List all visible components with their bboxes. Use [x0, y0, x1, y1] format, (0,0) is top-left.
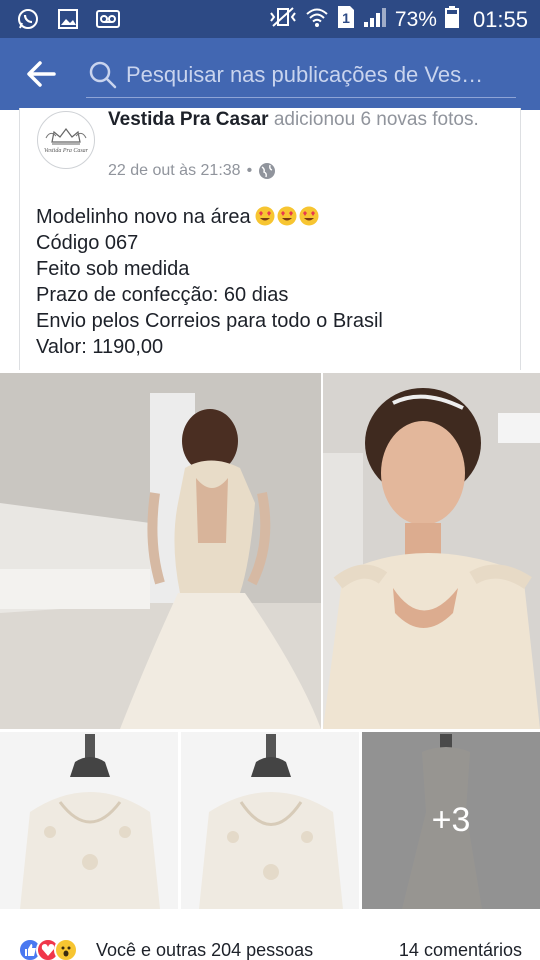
- post-meta: 22 de out às 21:38 •: [108, 162, 276, 180]
- wifi-icon: [305, 6, 329, 34]
- sim-icon: 1: [337, 5, 355, 35]
- search-input[interactable]: [126, 58, 514, 92]
- photo-grid: +3: [0, 372, 540, 910]
- svg-text:1: 1: [342, 10, 350, 26]
- signal-icon: [363, 6, 387, 34]
- battery-icon: [444, 6, 459, 34]
- photo-mannequin-1[interactable]: [0, 732, 178, 909]
- globe-icon: [258, 162, 276, 180]
- post-header-line: Vestida Pra Casar adicionou 6 novas foto…: [108, 108, 498, 132]
- status-bar: 1 73% 01:55: [0, 0, 540, 38]
- gallery-icon: [56, 7, 80, 31]
- search-field[interactable]: [86, 54, 516, 98]
- photo-bride-back[interactable]: [0, 373, 321, 729]
- reactions-count-text[interactable]: Você e outras 204 pessoas: [96, 940, 313, 960]
- more-photos-count: +3: [431, 801, 471, 839]
- photo-bride-front[interactable]: [323, 373, 540, 729]
- post-card: Vestida Pra Casar Vestida Pra Casar adic…: [19, 108, 521, 370]
- battery-percent: 73%: [394, 8, 437, 31]
- post-line: Valor: 1190,00: [36, 336, 164, 358]
- reaction-icons[interactable]: [18, 938, 78, 960]
- page-name-link[interactable]: Vestida Pra Casar: [108, 109, 269, 130]
- comments-count-link[interactable]: 14 comentários: [399, 940, 522, 960]
- search-icon: [88, 60, 118, 90]
- mute-vibrate-icon: [269, 6, 297, 34]
- wow-reaction-icon: [54, 938, 78, 960]
- reactions-bar: Você e outras 204 pessoas 14 comentários: [0, 930, 540, 960]
- post-body: Modelinho novo na área Código 067 Feito …: [36, 204, 383, 360]
- clock: 01:55: [472, 7, 528, 32]
- post-line: Envio pelos Correios para todo o Brasil: [36, 310, 383, 332]
- post-action-text: adicionou 6 novas fotos.: [273, 109, 479, 130]
- whatsapp-icon: [16, 7, 40, 31]
- post-timestamp[interactable]: 22 de out às 21:38: [108, 162, 241, 180]
- heart-eyes-emoji-icon: [277, 206, 297, 226]
- voicemail-icon: [96, 7, 120, 31]
- logo-text: Vestida Pra Casar: [43, 148, 88, 154]
- heart-eyes-emoji-icon: [299, 206, 319, 226]
- crown-logo-icon: [45, 128, 87, 145]
- post-line: Código 067: [36, 232, 139, 254]
- more-photos-overlay: +3: [362, 732, 540, 909]
- post-line: Feito sob medida: [36, 258, 190, 280]
- back-arrow-icon[interactable]: [26, 60, 56, 88]
- heart-eyes-emoji-icon: [255, 206, 275, 226]
- page-avatar[interactable]: Vestida Pra Casar: [37, 111, 95, 169]
- post-line: Prazo de confecção: 60 dias: [36, 284, 289, 306]
- post-line: Modelinho novo na área: [36, 204, 383, 230]
- emoji-group: [255, 206, 319, 226]
- photo-mannequin-2[interactable]: [181, 732, 359, 909]
- photo-more[interactable]: +3: [362, 732, 540, 909]
- search-header: [0, 38, 540, 110]
- meta-separator: •: [246, 162, 253, 179]
